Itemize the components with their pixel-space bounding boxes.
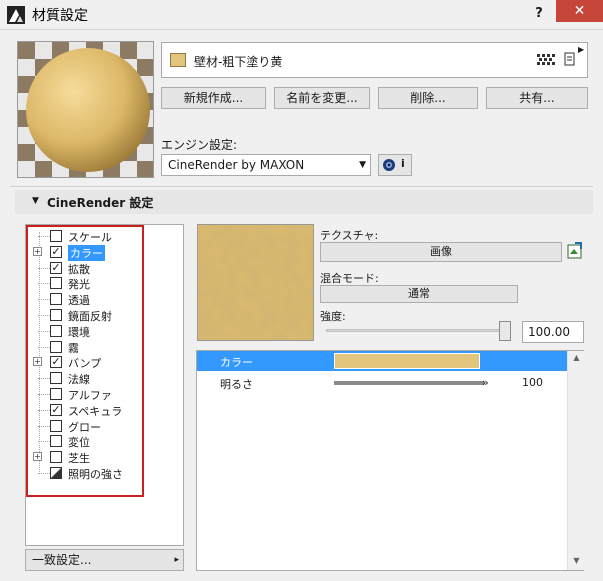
material-name: 壁材-粗下塗り黄	[194, 55, 283, 69]
engine-select[interactable]: CineRender by MAXON ▼	[161, 154, 371, 176]
channel-properties-list[interactable]: カラー 明るさ » 100 ▲ ▼	[196, 350, 584, 571]
help-button[interactable]: ?	[527, 3, 551, 25]
highlight-box	[26, 225, 144, 497]
load-texture-icon[interactable]	[566, 242, 584, 260]
engine-select-value: CineRender by MAXON	[168, 158, 305, 172]
texture-label: テクスチャ:	[320, 229, 379, 242]
close-button[interactable]: ✕	[556, 0, 603, 22]
texture-image-button[interactable]: 画像	[320, 242, 562, 262]
property-label: 明るさ	[220, 378, 253, 391]
strength-slider[interactable]	[326, 329, 506, 332]
title-bar: 材質設定 ? ✕	[0, 0, 603, 30]
new-button[interactable]: 新規作成...	[161, 87, 266, 109]
material-preview	[17, 41, 154, 178]
material-color-swatch	[170, 53, 186, 67]
blend-label: 混合モード:	[320, 272, 379, 285]
chevron-down-icon: ▼	[359, 160, 366, 170]
popup-arrow-icon[interactable]: ▶	[578, 45, 584, 54]
brightness-value[interactable]: 100	[522, 376, 543, 389]
scroll-down-icon[interactable]: ▼	[568, 556, 585, 565]
strength-label: 強度:	[320, 310, 346, 323]
property-row-color[interactable]: カラー	[197, 351, 567, 371]
material-name-field[interactable]: 壁材-粗下塗り黄 ▶	[161, 42, 588, 78]
consistency-settings-button[interactable]: 一致設定... ▸	[25, 549, 184, 571]
strength-input[interactable]: 100.00	[522, 321, 584, 343]
brightness-slider[interactable]	[334, 381, 484, 385]
engine-label: エンジン設定:	[161, 138, 238, 152]
cinerender-section-header[interactable]: ▼ CineRender 設定	[15, 190, 593, 214]
archicad-icon	[7, 6, 25, 24]
slider-thumb-icon[interactable]: »	[482, 376, 489, 389]
strength-slider-thumb[interactable]	[499, 321, 511, 341]
triangle-down-icon: ▼	[32, 196, 39, 206]
triangle-right-icon: ▸	[174, 555, 179, 565]
document-icon	[564, 52, 576, 66]
color-value-swatch[interactable]	[334, 353, 480, 369]
cinerender-eye-icon	[383, 159, 395, 171]
divider	[10, 186, 593, 187]
scroll-up-icon[interactable]: ▲	[568, 353, 585, 362]
share-button[interactable]: 共有...	[486, 87, 588, 109]
consistency-label: 一致設定...	[32, 553, 92, 567]
blend-mode-button[interactable]: 通常	[320, 285, 518, 303]
window-title: 材質設定	[32, 8, 88, 24]
vertical-scrollbar[interactable]: ▲ ▼	[567, 351, 584, 570]
info-label: i	[401, 157, 405, 170]
texture-pattern-icon	[536, 52, 558, 68]
rename-button[interactable]: 名前を変更...	[274, 87, 370, 109]
texture-swatch[interactable]	[197, 224, 314, 341]
engine-info-button[interactable]: i	[378, 154, 412, 176]
delete-button[interactable]: 削除...	[378, 87, 478, 109]
property-label: カラー	[220, 356, 253, 369]
section-title: CineRender 設定	[47, 196, 154, 210]
